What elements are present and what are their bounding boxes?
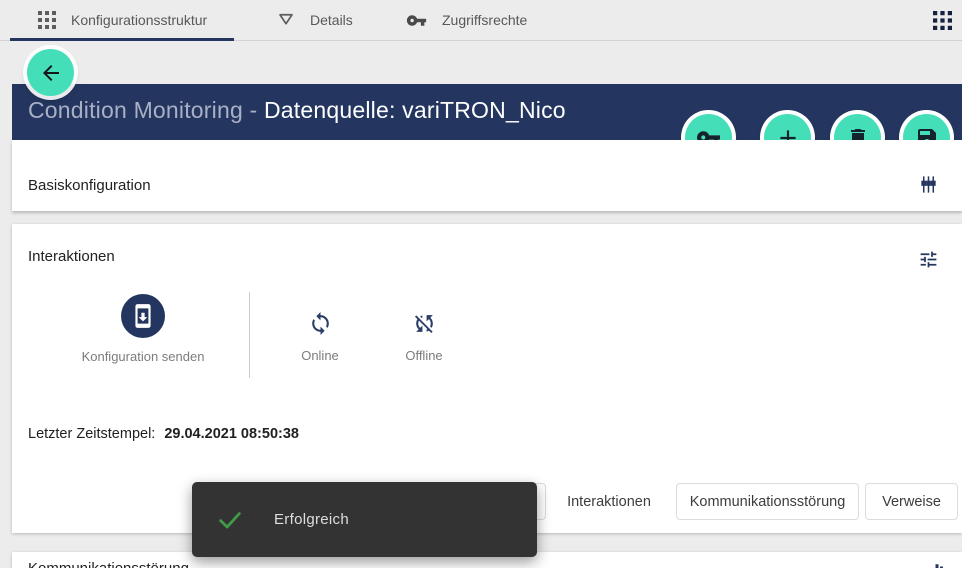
page-title-prefix: Condition Monitoring - xyxy=(28,97,264,123)
basis-section-title: Basiskonfiguration xyxy=(28,177,151,194)
filter-funnel-icon xyxy=(277,11,295,29)
page-title-emphasis: Datenquelle: variTRON_Nico xyxy=(264,97,566,123)
tab-label: Details xyxy=(310,12,353,28)
basis-configuration-card: Basiskonfiguration xyxy=(12,140,962,211)
online-action[interactable]: Online xyxy=(270,311,370,363)
offline-label: Offline xyxy=(374,348,474,363)
nav-chip-verweise[interactable]: Verweise xyxy=(865,483,958,520)
phone-download-icon xyxy=(121,294,165,338)
send-config-label: Konfiguration senden xyxy=(63,349,223,364)
apps-grid-icon[interactable] xyxy=(933,11,953,31)
sync-disabled-icon xyxy=(374,311,474,336)
vertical-sliders-icon[interactable] xyxy=(918,174,939,200)
bar-chart-icon[interactable] xyxy=(928,559,946,568)
timestamp-label: Letzter Zeitstempel: xyxy=(28,426,155,442)
check-icon xyxy=(216,506,244,534)
tab-zugriffsrechte[interactable]: Zugriffsrechte xyxy=(406,0,527,40)
key-icon xyxy=(406,10,427,31)
offline-action[interactable]: Offline xyxy=(374,311,474,363)
nav-chip-label: Verweise xyxy=(882,494,941,510)
tab-label: Konfigurationsstruktur xyxy=(71,12,207,28)
last-timestamp-row: Letzter Zeitstempel: 29.04.2021 08:50:38 xyxy=(28,426,299,442)
vertical-divider xyxy=(249,292,250,378)
online-label: Online xyxy=(270,348,370,363)
tab-label: Zugriffsrechte xyxy=(442,12,527,28)
communication-fault-title: Kommunikationsstörung xyxy=(28,560,189,568)
screen: Konfigurationsstruktur Details Zugriffsr… xyxy=(0,0,962,568)
back-icon xyxy=(39,61,63,85)
send-config-action[interactable]: Konfiguration senden xyxy=(63,294,223,364)
active-tab-underline xyxy=(10,38,234,41)
tab-konfigurationsstruktur[interactable]: Konfigurationsstruktur xyxy=(38,0,207,40)
nav-chip-kommunikationsstoerung[interactable]: Kommunikationsstörung xyxy=(676,483,859,520)
back-button[interactable] xyxy=(27,49,74,96)
timestamp-value: 29.04.2021 08:50:38 xyxy=(164,426,299,442)
grid-icon xyxy=(38,11,56,29)
page-title: Condition Monitoring - Datenquelle: vari… xyxy=(28,97,566,124)
nav-chip-interaktionen[interactable]: Interaktionen xyxy=(544,483,674,520)
nav-chip-label: Kommunikationsstörung xyxy=(690,494,846,510)
interactions-section-title: Interaktionen xyxy=(28,248,115,265)
nav-chip-label: Interaktionen xyxy=(567,494,651,510)
toast-message: Erfolgreich xyxy=(274,511,349,528)
sync-icon xyxy=(270,311,370,336)
tune-icon[interactable] xyxy=(918,249,939,275)
page-header: Condition Monitoring - Datenquelle: vari… xyxy=(12,84,962,140)
tab-bar: Konfigurationsstruktur Details Zugriffsr… xyxy=(0,0,962,41)
success-toast: Erfolgreich xyxy=(192,482,537,557)
tab-details[interactable]: Details xyxy=(277,0,353,40)
